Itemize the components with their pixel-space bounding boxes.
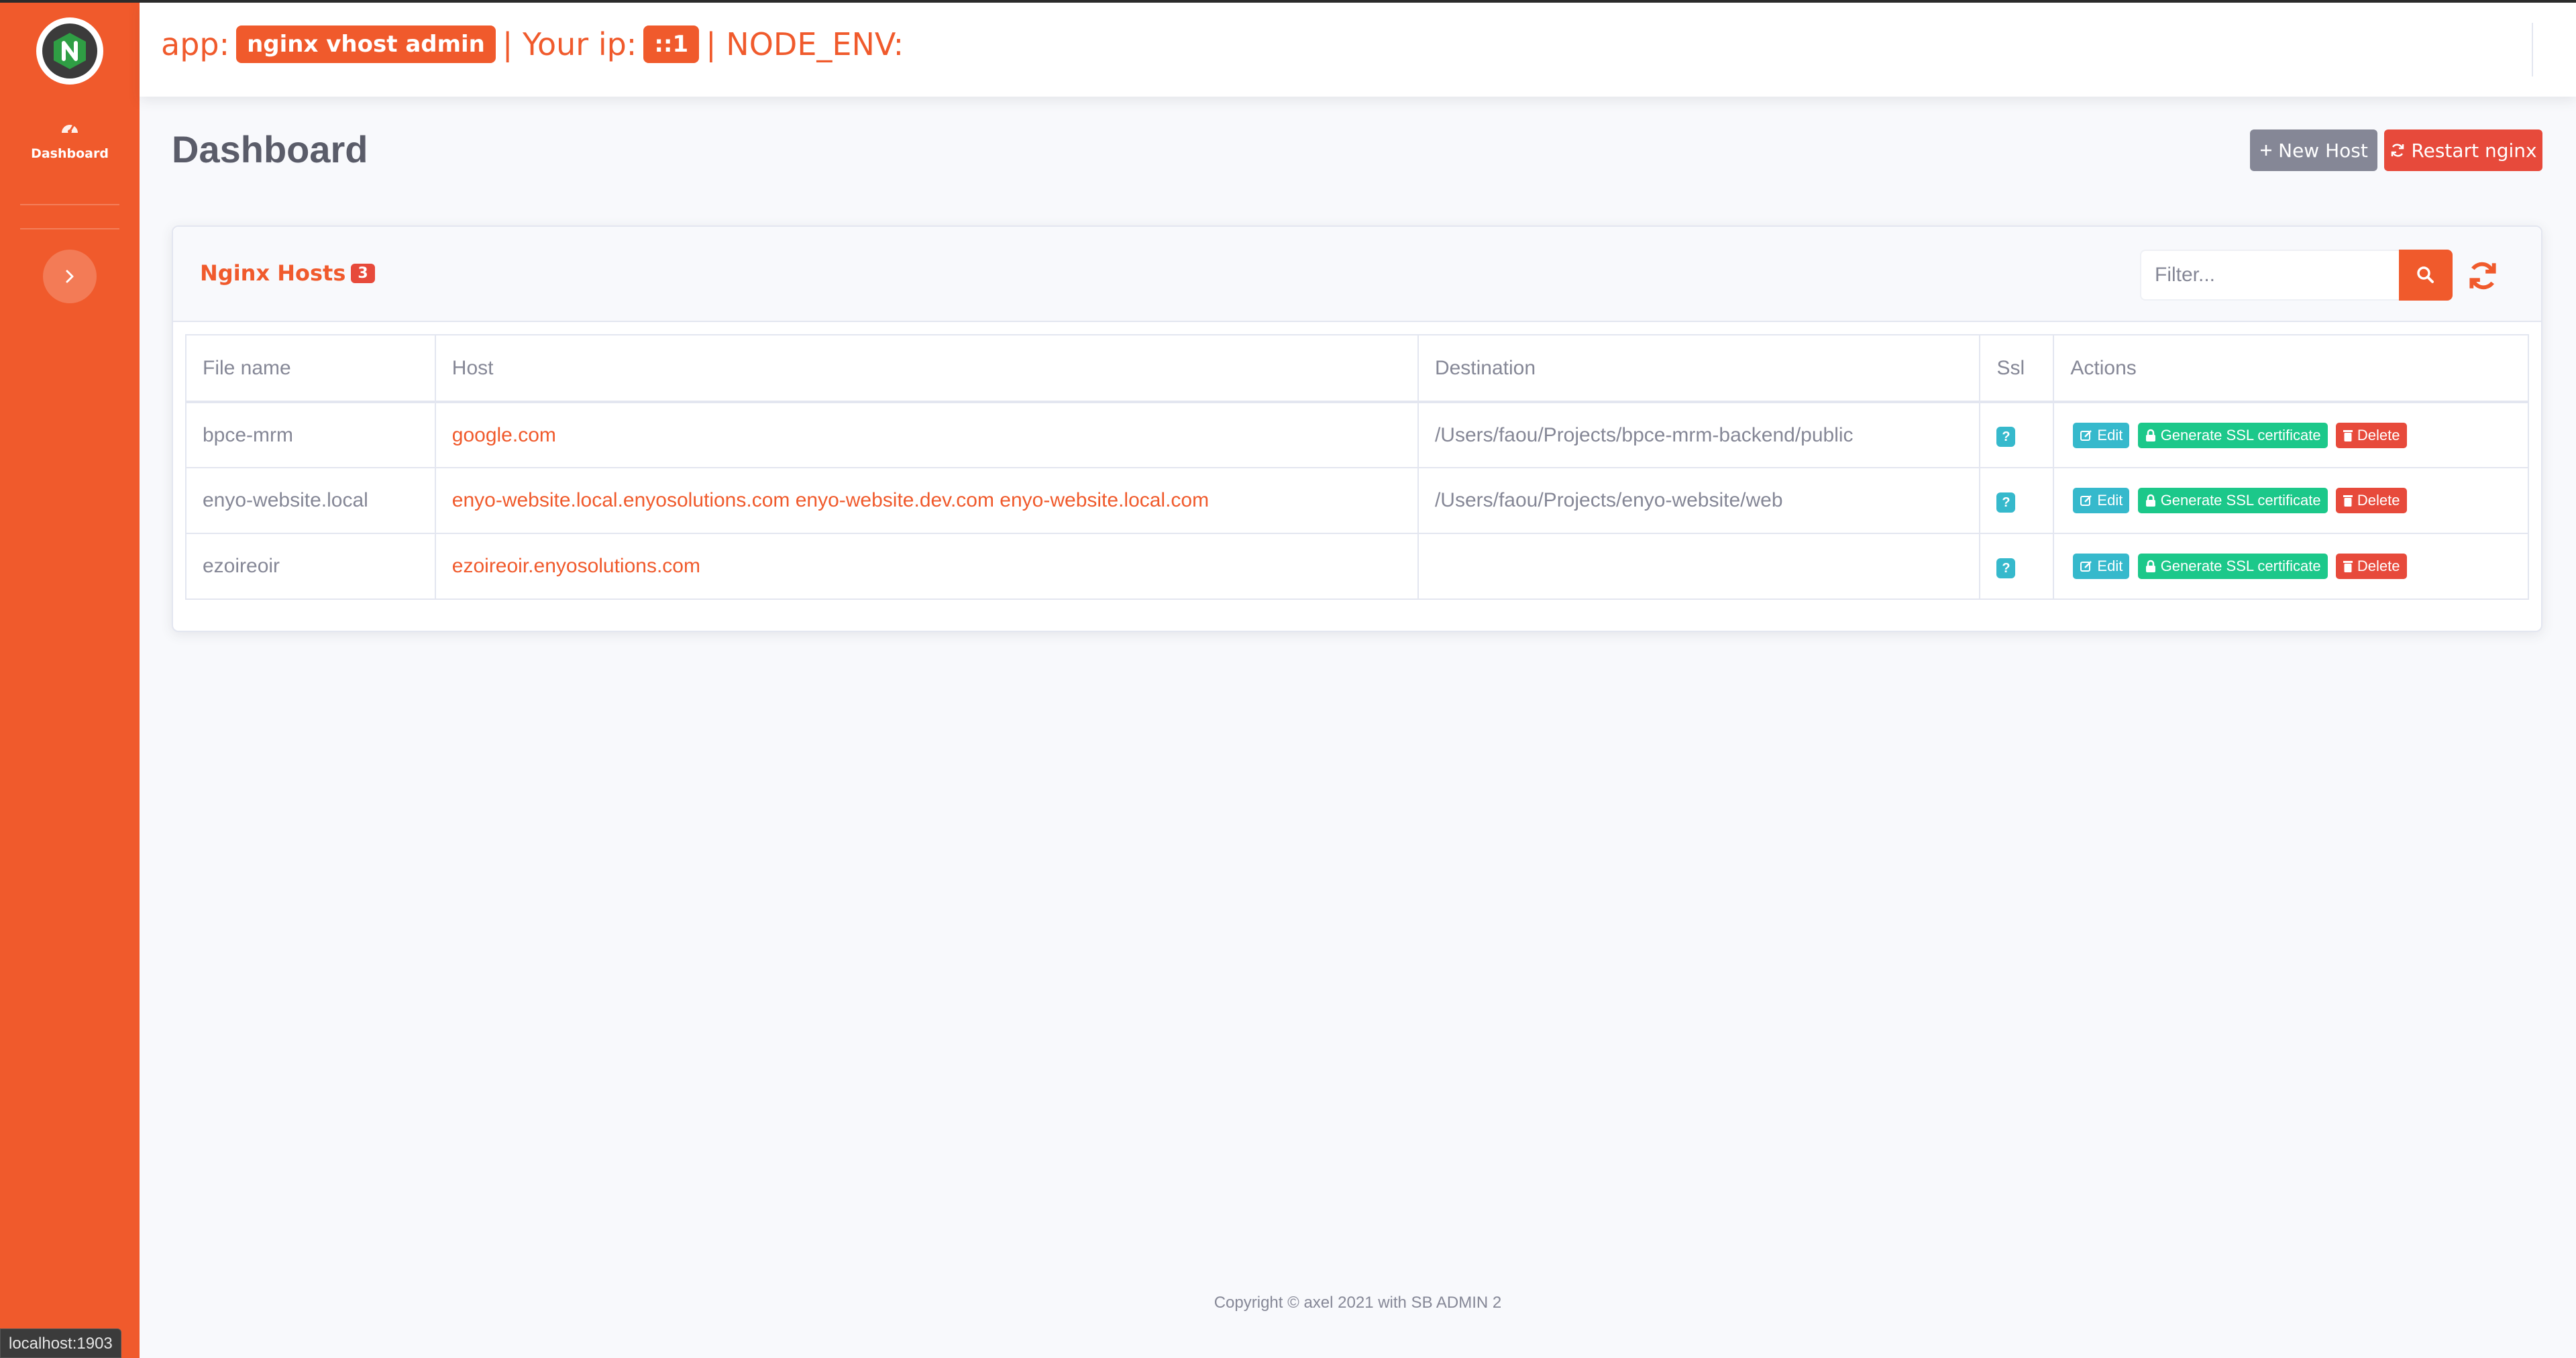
- status-bar-url: localhost:1903: [0, 1328, 121, 1358]
- new-host-label: New Host: [2278, 139, 2368, 162]
- sidebar-divider: [20, 228, 119, 229]
- app-root: Dashboard app: nginx vhost admin | Your …: [0, 0, 2576, 1358]
- env-label: | NODE_ENV:: [706, 26, 904, 62]
- app-name-badge: nginx vhost admin: [236, 25, 496, 63]
- search-icon: [2417, 266, 2434, 283]
- cell-destination: /Users/faou/Projects/bpce-mrm-backend/pu…: [1417, 401, 1981, 468]
- cell-actions: Edit Generate SSL certificate Delete: [2053, 401, 2529, 468]
- cell-file-name: ezoireoir: [185, 533, 436, 600]
- column-header-ssl[interactable]: Ssl: [1979, 334, 2055, 403]
- trash-icon: [2343, 429, 2353, 441]
- nginx-logo-icon: [54, 33, 86, 69]
- delete-label: Delete: [2357, 426, 2400, 443]
- sidebar-item-dashboard[interactable]: Dashboard: [0, 114, 140, 174]
- cell-destination: [1417, 533, 1981, 600]
- refresh-icon[interactable]: [2466, 259, 2500, 293]
- generate-ssl-label: Generate SSL certificate: [2160, 426, 2321, 443]
- table-row: enyo-website.local enyo-website.local.en…: [185, 467, 2529, 534]
- ip-prefix: | Your ip:: [502, 26, 637, 62]
- ssl-status-badge: ?: [1996, 427, 2016, 447]
- edit-icon: [2080, 561, 2092, 572]
- plus-icon: [2261, 145, 2272, 156]
- column-header-host[interactable]: Host: [434, 334, 1419, 403]
- generate-ssl-button[interactable]: Generate SSL certificate: [2137, 488, 2328, 513]
- card-header: Nginx Hosts 3: [173, 227, 2541, 322]
- generate-ssl-label: Generate SSL certificate: [2160, 492, 2321, 509]
- edit-label: Edit: [2097, 492, 2123, 509]
- lock-icon: [2145, 560, 2155, 572]
- delete-button[interactable]: Delete: [2335, 422, 2407, 448]
- cell-actions: Edit Generate SSL certificate Delete: [2053, 467, 2529, 534]
- delete-label: Delete: [2357, 558, 2400, 574]
- lock-icon: [2145, 494, 2155, 507]
- page-title: Dashboard: [172, 128, 368, 170]
- ssl-status-badge: ?: [1996, 558, 2016, 578]
- delete-label: Delete: [2357, 492, 2400, 509]
- filter-input[interactable]: [2140, 250, 2400, 301]
- restart-nginx-button[interactable]: Restart nginx: [2384, 129, 2542, 171]
- generate-ssl-label: Generate SSL certificate: [2160, 558, 2321, 574]
- sidebar-divider: [20, 204, 119, 205]
- window-top-border: [0, 0, 2576, 3]
- trash-icon: [2343, 561, 2353, 572]
- ssl-status-badge: ?: [1996, 492, 2016, 513]
- host-link[interactable]: ezoireoir.enyosolutions.com: [452, 555, 700, 577]
- chevron-right-icon: [66, 270, 74, 283]
- tachometer-icon: [62, 123, 78, 134]
- column-header-file-name[interactable]: File name: [185, 334, 436, 403]
- cell-destination: /Users/faou/Projects/enyo-website/web: [1417, 467, 1981, 534]
- table-row: ezoireoir ezoireoir.enyosolutions.com ? …: [185, 533, 2529, 600]
- restart-label: Restart nginx: [2411, 139, 2537, 162]
- cell-actions: Edit Generate SSL certificate Delete: [2053, 533, 2529, 600]
- sidebar-item-label: Dashboard: [31, 146, 109, 161]
- edit-label: Edit: [2097, 426, 2123, 443]
- card-title-text: Nginx Hosts: [200, 260, 346, 286]
- sidebar: Dashboard: [0, 0, 140, 1358]
- table-row: bpce-mrm google.com /Users/faou/Projects…: [185, 401, 2529, 468]
- hosts-table: File name Host Destination Ssl Actions b…: [185, 334, 2529, 600]
- app-prefix: app:: [161, 26, 230, 62]
- column-header-destination[interactable]: Destination: [1417, 334, 1981, 403]
- edit-icon: [2080, 429, 2092, 441]
- search-button[interactable]: [2399, 250, 2453, 301]
- host-link[interactable]: google.com: [452, 424, 556, 446]
- app-info: app: nginx vhost admin | Your ip: ::1 | …: [161, 24, 904, 64]
- hosts-count-badge: 3: [351, 263, 375, 283]
- trash-icon: [2343, 495, 2353, 507]
- table-header-row: File name Host Destination Ssl Actions: [185, 334, 2529, 403]
- host-link[interactable]: enyo-website.local.enyosolutions.com eny…: [452, 489, 1209, 511]
- generate-ssl-button[interactable]: Generate SSL certificate: [2137, 554, 2328, 579]
- footer-copyright: Copyright © axel 2021 with SB ADMIN 2: [1214, 1294, 1502, 1312]
- new-host-button[interactable]: New Host: [2250, 129, 2377, 171]
- lock-icon: [2145, 429, 2155, 441]
- topbar: app: nginx vhost admin | Your ip: ::1 | …: [140, 3, 2576, 97]
- delete-button[interactable]: Delete: [2335, 554, 2407, 579]
- edit-label: Edit: [2097, 558, 2123, 574]
- edit-button[interactable]: Edit: [2073, 554, 2130, 579]
- column-header-actions: Actions: [2053, 334, 2529, 403]
- topbar-divider: [2532, 23, 2533, 76]
- sidebar-toggle-button[interactable]: [43, 250, 97, 303]
- cell-file-name: enyo-website.local: [185, 467, 436, 534]
- ip-badge: ::1: [643, 25, 700, 63]
- cell-file-name: bpce-mrm: [185, 401, 436, 468]
- generate-ssl-button[interactable]: Generate SSL certificate: [2137, 422, 2328, 448]
- edit-button[interactable]: Edit: [2073, 422, 2130, 448]
- brand-logo[interactable]: [36, 17, 103, 85]
- hosts-card: Nginx Hosts 3 File name Ho: [172, 225, 2542, 632]
- delete-button[interactable]: Delete: [2335, 488, 2407, 513]
- card-title: Nginx Hosts 3: [200, 260, 375, 286]
- edit-button[interactable]: Edit: [2073, 488, 2130, 513]
- edit-icon: [2080, 495, 2092, 506]
- sync-icon: [2392, 144, 2404, 157]
